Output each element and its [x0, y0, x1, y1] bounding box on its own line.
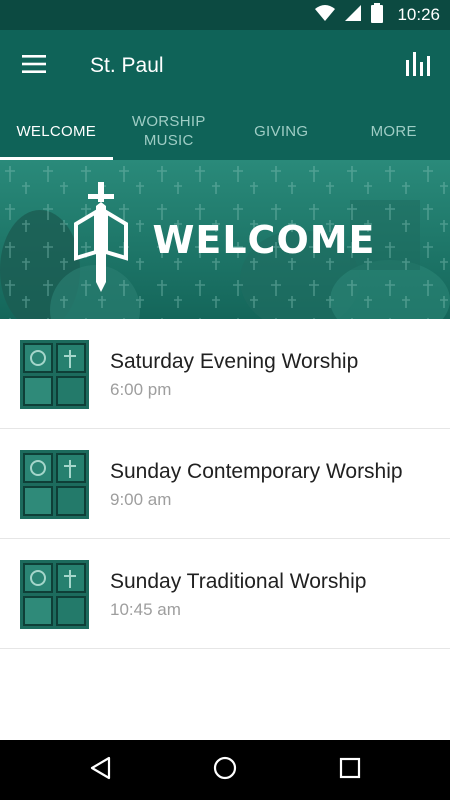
recents-icon — [339, 757, 361, 784]
service-title: Sunday Contemporary Worship — [110, 460, 403, 483]
sword-book-logo-icon — [74, 182, 129, 297]
status-bar: 10:26 — [0, 0, 450, 30]
tab-label: WORSHIP MUSIC — [131, 113, 206, 149]
back-icon — [89, 756, 111, 785]
list-item[interactable]: Sunday Contemporary Worship 9:00 am — [0, 429, 450, 539]
menu-button[interactable] — [14, 48, 54, 84]
service-title: Saturday Evening Worship — [110, 350, 359, 373]
tab-label: WELCOME — [16, 122, 97, 140]
list-item[interactable]: Sunday Traditional Worship 10:45 am — [0, 539, 450, 649]
signal-icon — [345, 4, 362, 26]
tab-bar: WELCOME WORSHIP MUSIC GIVING MORE — [0, 102, 450, 160]
bar-chart-icon — [406, 51, 430, 81]
app-bar: St. Paul — [0, 30, 450, 102]
tab-welcome[interactable]: WELCOME — [0, 102, 113, 160]
banner-title: WELCOME — [152, 217, 376, 262]
banner-content: WELCOME — [0, 160, 450, 319]
hamburger-menu-icon — [22, 54, 46, 78]
stats-button[interactable] — [398, 48, 438, 84]
list-item[interactable]: Saturday Evening Worship 6:00 pm — [0, 319, 450, 429]
service-time: 6:00 pm — [110, 380, 172, 399]
service-time: 9:00 am — [110, 490, 172, 509]
service-thumbnail — [20, 450, 89, 519]
wifi-icon — [315, 4, 336, 26]
system-nav-bar — [0, 740, 450, 800]
home-button[interactable] — [205, 750, 245, 790]
back-button[interactable] — [80, 750, 120, 790]
welcome-banner: WELCOME — [0, 160, 450, 319]
app-title: St. Paul — [90, 54, 164, 77]
tab-label: MORE — [370, 122, 417, 140]
tab-giving[interactable]: GIVING — [225, 102, 338, 160]
service-time: 10:45 am — [110, 600, 181, 619]
recents-button[interactable] — [330, 750, 370, 790]
home-icon — [213, 756, 237, 785]
service-title: Sunday Traditional Worship — [110, 570, 367, 593]
battery-icon — [371, 2, 384, 28]
service-thumbnail — [20, 560, 89, 629]
tab-more[interactable]: MORE — [338, 102, 450, 160]
status-icons: 10:26 — [315, 0, 440, 30]
status-time: 10:26 — [397, 5, 440, 24]
service-list: Saturday Evening Worship 6:00 pm Sunday … — [0, 319, 450, 649]
tab-worship-music[interactable]: WORSHIP MUSIC — [113, 102, 226, 160]
tab-label: GIVING — [254, 122, 309, 140]
service-thumbnail — [20, 340, 89, 409]
